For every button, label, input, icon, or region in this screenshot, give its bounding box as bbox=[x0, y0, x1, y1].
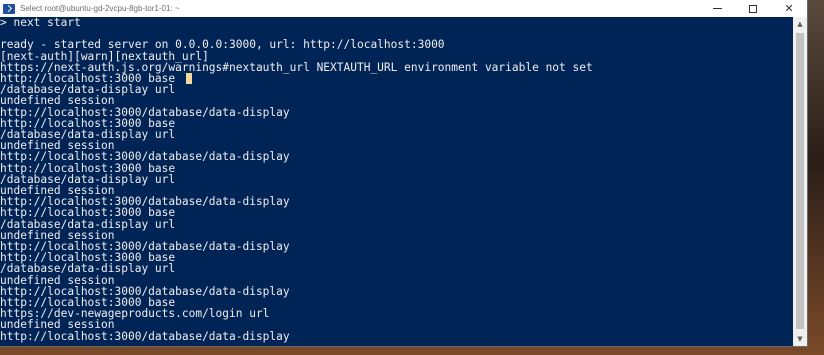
title-bar[interactable]: Select root@ubuntu-gd-2vcpu-8gb-tor1-01:… bbox=[0, 0, 807, 17]
console-line: ready - started server on 0.0.0.0:3000, … bbox=[0, 38, 445, 52]
powershell-icon bbox=[3, 3, 15, 14]
console-line: http://localhost:3000/database/data-disp… bbox=[0, 150, 290, 164]
minimize-icon bbox=[712, 8, 722, 9]
scroll-up-arrow-icon[interactable]: ▲ bbox=[793, 17, 807, 31]
text-cursor bbox=[186, 73, 192, 84]
terminal-window: Select root@ubuntu-gd-2vcpu-8gb-tor1-01:… bbox=[0, 0, 808, 347]
console-output[interactable]: > next start ready - started server on 0.… bbox=[0, 17, 793, 346]
window-title: Select root@ubuntu-gd-2vcpu-8gb-tor1-01:… bbox=[20, 4, 180, 13]
console-line: http://localhost:3000/database/data-disp… bbox=[0, 329, 290, 343]
vertical-scrollbar[interactable]: ▲ ▼ bbox=[793, 17, 807, 346]
window-controls: ✕ bbox=[699, 0, 807, 17]
console-line: undefined session bbox=[0, 318, 115, 332]
scroll-down-arrow-icon[interactable]: ▼ bbox=[793, 332, 807, 346]
console-line: /database/data-display url bbox=[0, 262, 176, 276]
scrollbar-thumb[interactable] bbox=[796, 33, 804, 329]
maximize-icon bbox=[749, 4, 757, 13]
console-line: undefined session bbox=[0, 94, 115, 108]
close-icon: ✕ bbox=[784, 2, 794, 15]
console-line: http://localhost:3000 base bbox=[0, 206, 176, 220]
maximize-button[interactable] bbox=[735, 0, 771, 17]
console-line: > next start bbox=[0, 17, 81, 29]
close-button[interactable]: ✕ bbox=[771, 0, 807, 17]
minimize-button[interactable] bbox=[699, 0, 735, 17]
